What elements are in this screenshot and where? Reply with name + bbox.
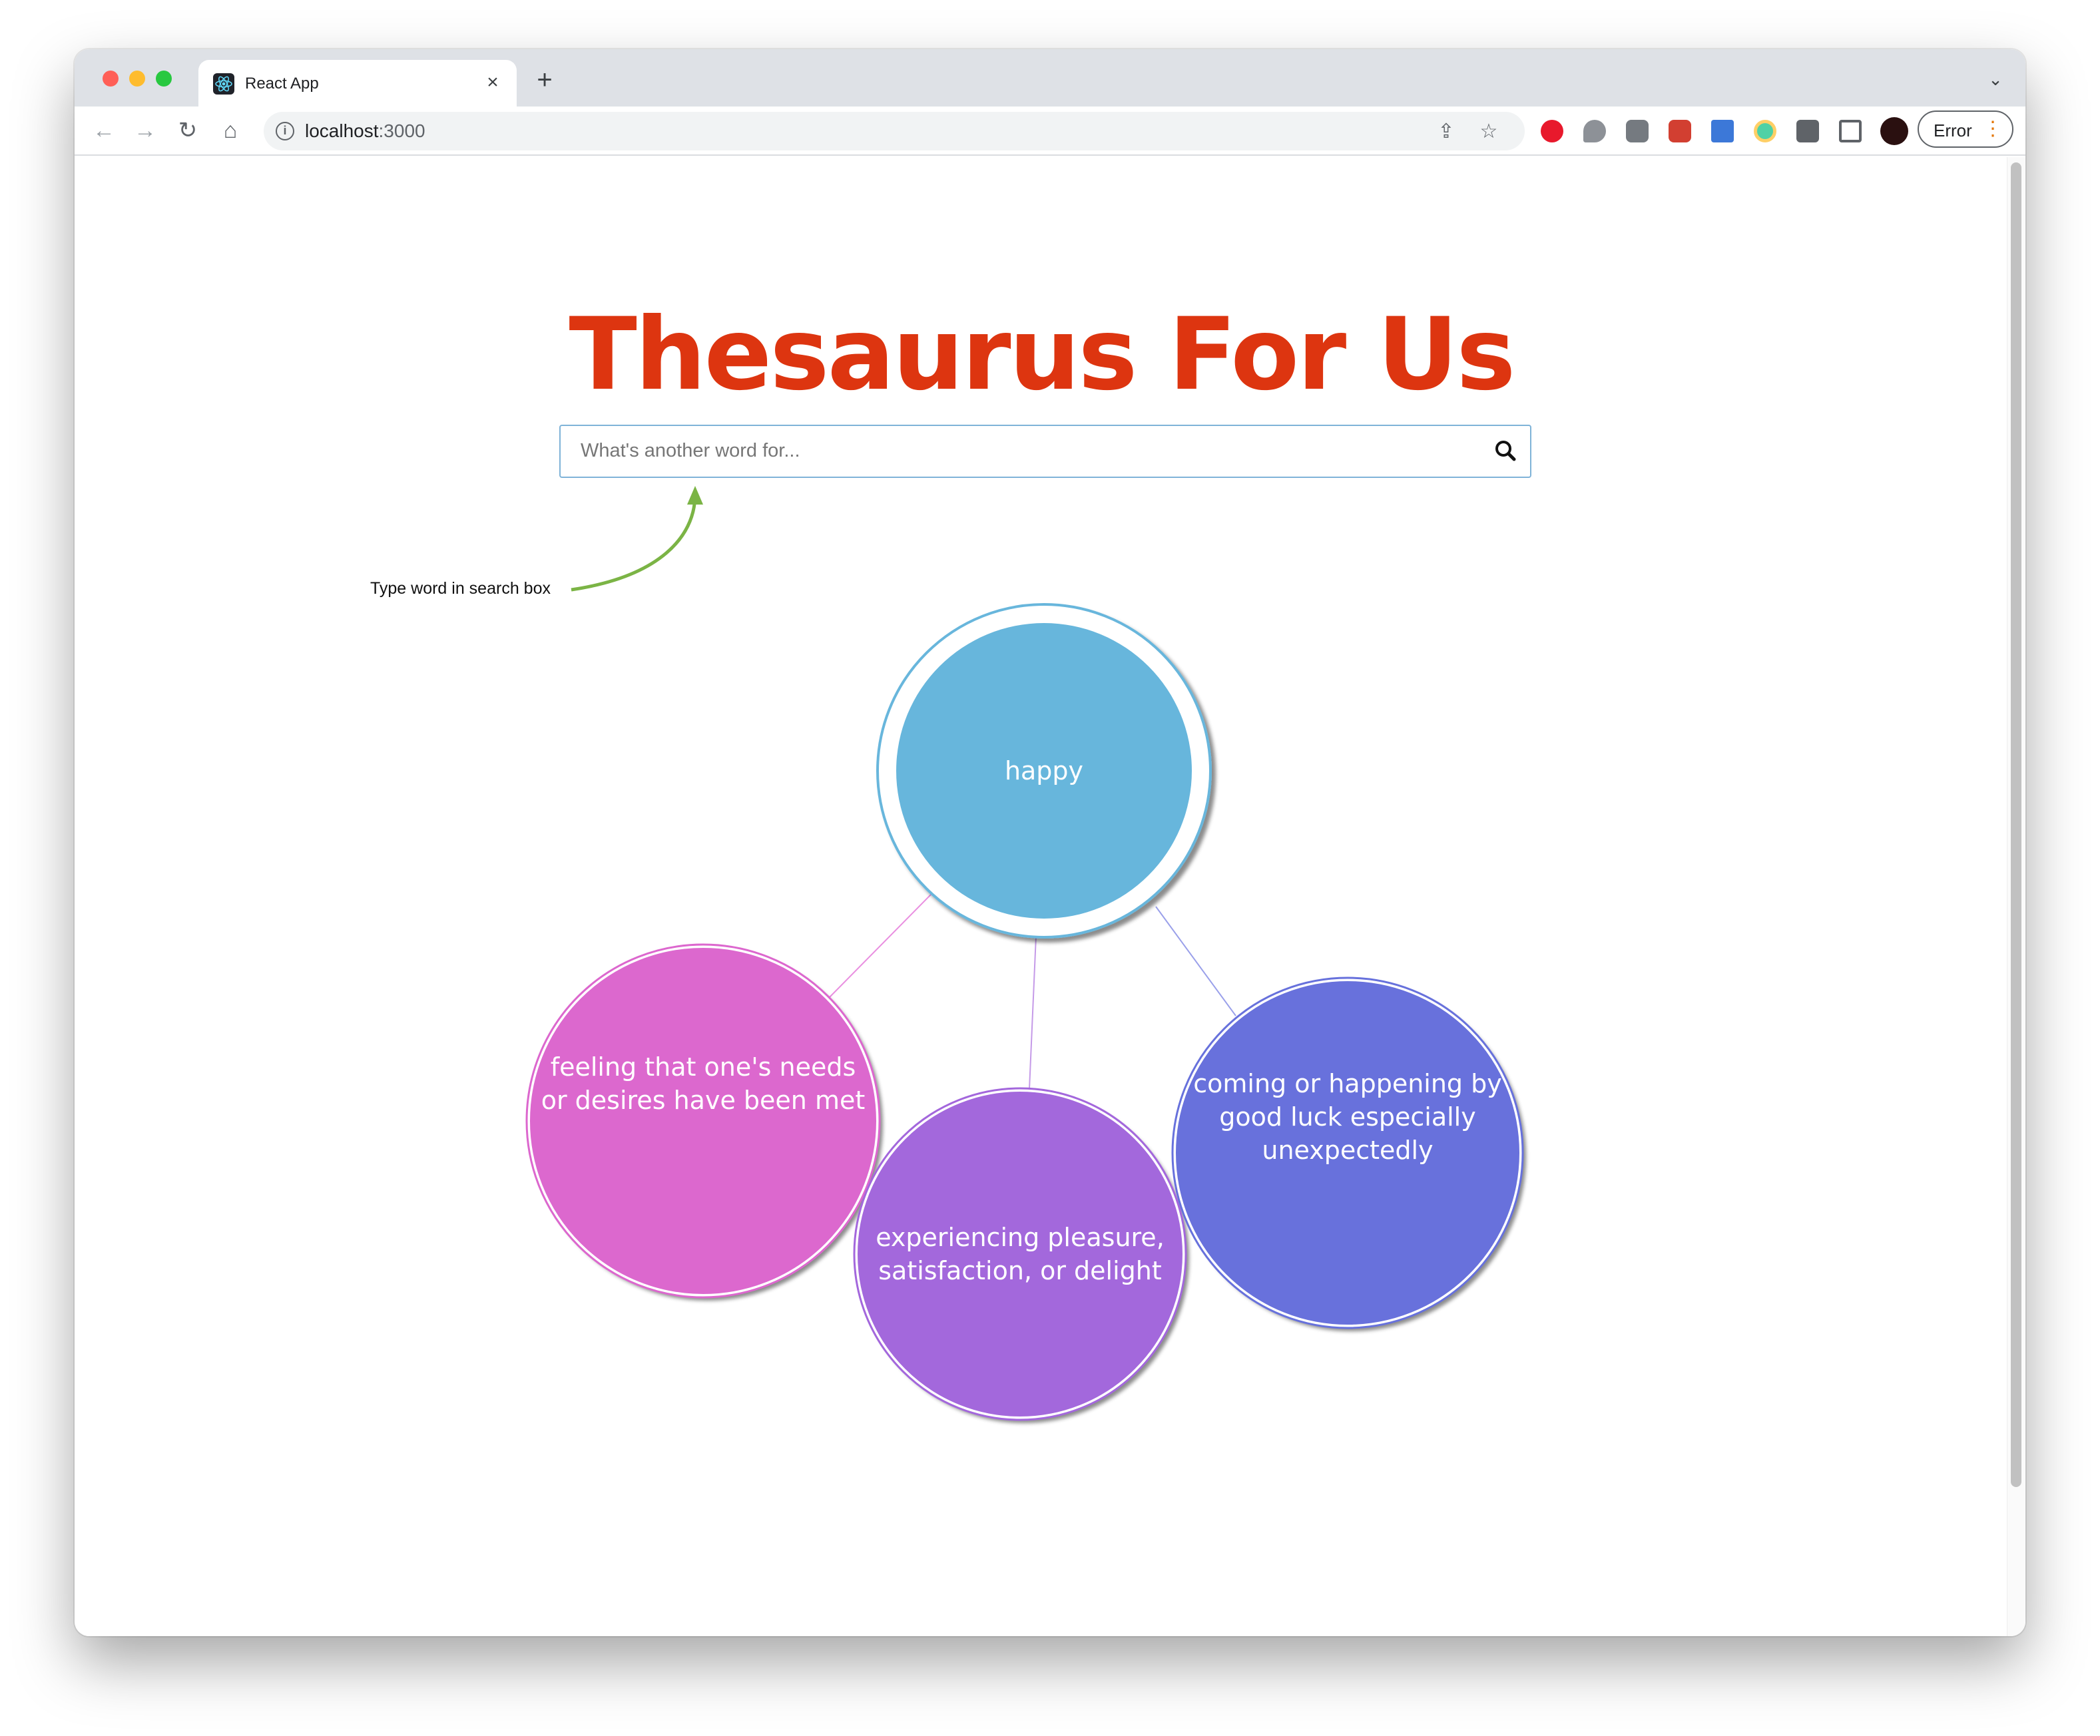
graph-link <box>1155 906 1236 1016</box>
graph-link <box>1029 935 1037 1090</box>
synonym-node-label: coming or happening by good luck especia… <box>1193 1069 1502 1165</box>
url-text[interactable]: localhost:3000 <box>305 120 425 142</box>
react-icon <box>213 73 234 95</box>
center-node-label: happy <box>1004 756 1084 785</box>
tab-search-chevron-icon[interactable]: ⌄ <box>1985 69 2005 89</box>
address-bar[interactable]: i localhost:3000 ⇪ ☆ <box>264 112 1525 150</box>
scrollbar-thumb[interactable] <box>2011 162 2021 1487</box>
avatar[interactable] <box>1880 117 1908 145</box>
close-window-button[interactable] <box>103 71 119 87</box>
share-icon[interactable]: ⇪ <box>1433 118 1459 145</box>
browser-window: React App × + ⌄ ← → ↻ ⌂ i localhost:3000… <box>75 49 2025 1636</box>
profile-error-label: Error <box>1934 120 1972 140</box>
back-button[interactable]: ← <box>88 114 120 146</box>
page-scrollbar[interactable] <box>2007 157 2025 1636</box>
synonym-node-label: feeling that one's needs or desires have… <box>541 1052 866 1115</box>
minimize-window-button[interactable] <box>129 71 145 87</box>
bookmark-star-icon[interactable]: ☆ <box>1475 118 1502 145</box>
url-host: localhost <box>305 120 379 141</box>
new-tab-button[interactable]: + <box>531 67 558 93</box>
menu-dots-icon[interactable]: ⋮ <box>1983 117 2003 141</box>
page-content: Thesaurus For Us Type word in search box <box>75 157 2025 1636</box>
profile-error-button[interactable]: Error ⋮ <box>1918 110 2013 148</box>
password-manager-icon[interactable] <box>1626 120 1649 142</box>
puzzle-game-icon[interactable] <box>1669 120 1691 142</box>
tab-title: React App <box>245 75 319 93</box>
forward-button[interactable]: → <box>129 114 161 146</box>
tab-react-app[interactable]: React App × <box>198 60 517 107</box>
folder-icon[interactable] <box>1711 120 1734 142</box>
browser-toolbar: ← → ↻ ⌂ i localhost:3000 ⇪ ☆ Error ⋮ <box>75 107 2025 156</box>
reading-list-icon[interactable] <box>1839 120 1862 142</box>
site-info-icon[interactable]: i <box>276 122 294 140</box>
extensions-puzzle-icon[interactable] <box>1796 120 1819 142</box>
maximize-window-button[interactable] <box>156 71 172 87</box>
tab-strip: React App × + ⌄ <box>75 49 2025 107</box>
synonym-node-label: experiencing pleasure, satisfaction, or … <box>876 1223 1165 1285</box>
close-tab-icon[interactable]: × <box>479 69 506 96</box>
chat-bubble-icon[interactable] <box>1583 120 1606 142</box>
graph-link <box>829 894 931 998</box>
url-port: :3000 <box>378 120 425 141</box>
home-button[interactable]: ⌂ <box>214 114 246 146</box>
color-picker-icon[interactable] <box>1754 120 1776 142</box>
adblock-icon[interactable] <box>1541 120 1563 142</box>
reload-button[interactable]: ↻ <box>172 114 204 146</box>
synonym-graph <box>525 603 1524 1421</box>
